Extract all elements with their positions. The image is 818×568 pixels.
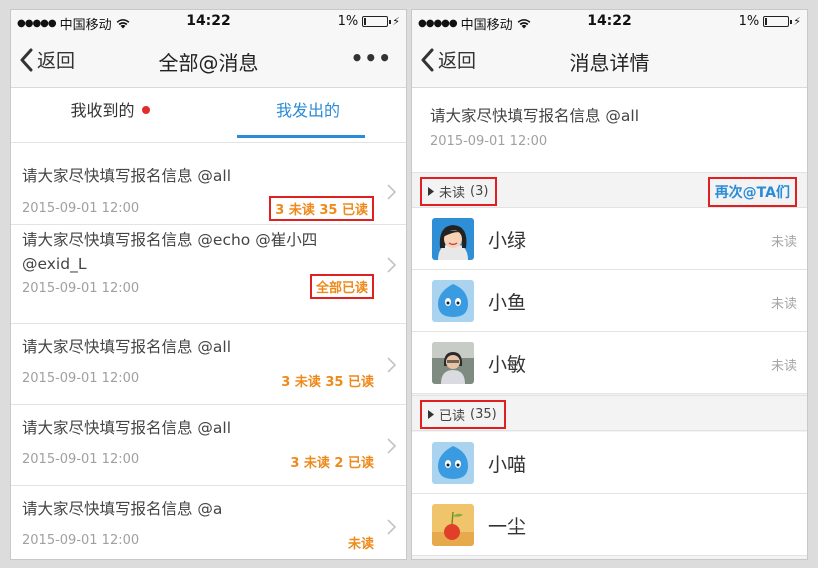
message-text: 请大家尽快填写报名信息 @a [22,500,223,518]
person-name: 小喵 [488,454,527,476]
message-list: 请大家尽快填写报名信息 @all 2015-09-01 12:00 3 未读 3… [11,143,406,559]
chevron-right-icon [387,357,396,373]
bolt-icon: ⚡ [793,15,801,28]
read-status-badge[interactable]: 3 未读 35 已读 [269,196,374,221]
list-item[interactable]: 小喵 [412,432,807,494]
message-time: 2015-09-01 12:00 [22,281,140,296]
message-time: 2015-09-01 12:00 [430,134,548,149]
active-tab-indicator [237,135,365,138]
person-read-state: 未读 [770,359,797,374]
person-name: 小鱼 [488,292,527,314]
status-bar: ●●●●● 中国移动 14:22 1% ⚡ [11,10,406,34]
list-item[interactable]: 请大家尽快填写报名信息 @all 2015-09-01 12:00 3 未读 3… [11,143,406,225]
list-item[interactable]: 一尘 [412,494,807,556]
unread-dot-icon [141,105,150,114]
remention-button[interactable]: 再次@TA们 [707,177,797,207]
avatar [432,218,474,260]
person-name: 小绿 [488,230,527,252]
avatar [432,280,474,322]
more-icon[interactable]: ••• [351,46,392,70]
tab-bar: 我收到的 我发出的 [11,88,406,143]
list-item[interactable]: 请大家尽快填写报名信息 @a 2015-09-01 12:00 未读 [11,486,406,559]
page-title: 全部@消息 [158,51,259,75]
list-item[interactable]: 小敏 未读 [412,332,807,394]
bolt-icon: ⚡ [392,15,400,28]
message-text-continued: @exid_L [22,255,87,273]
page-title: 消息详情 [569,51,650,75]
message-text: 请大家尽快填写报名信息 @all [22,419,232,437]
nav-bar: 返回 消息详情 [412,34,807,88]
nav-bar: 返回 全部@消息 ••• [11,34,406,88]
person-read-state: 未读 [770,297,797,312]
triangle-right-icon [428,187,434,196]
message-time: 2015-09-01 12:00 [22,371,140,386]
status-bar: ●●●●● 中国移动 14:22 1% ⚡ [412,10,807,34]
person-name: 小敏 [488,354,527,376]
message-text: 请大家尽快填写报名信息 @all [430,107,640,125]
chevron-right-icon [387,184,396,200]
message-time: 2015-09-01 12:00 [22,533,140,548]
battery-percent: 1% [337,14,359,29]
avatar [432,504,474,546]
message-text: 请大家尽快填写报名信息 @echo @崔小四 [22,231,318,249]
chevron-right-icon [387,257,396,273]
battery-group: 1% ⚡ [739,14,801,29]
battery-icon [362,16,392,27]
list-item[interactable]: 请大家尽快填写报名信息 @echo @崔小四 @exid_L 2015-09-0… [11,225,406,324]
person-read-state: 未读 [770,235,797,250]
person-name: 一尘 [488,516,527,538]
message-text: 请大家尽快填写报名信息 @all [22,167,232,185]
read-section-toggle[interactable]: 已读 (35) [420,400,506,429]
message-time: 2015-09-01 12:00 [22,452,140,467]
chevron-right-icon [387,438,396,454]
avatar [432,342,474,384]
battery-percent: 1% [738,14,760,29]
read-status-badge[interactable]: 未读 [348,533,374,552]
unread-section-label: 未读 [439,186,466,201]
tab-received-label: 我收到的 [70,101,135,120]
unread-section-header: 未读 (3) 再次@TA们 [412,172,807,208]
message-time: 2015-09-01 12:00 [22,201,140,216]
message-list-screen: ●●●●● 中国移动 14:22 1% ⚡ 返回 全部@消息 ••• 我收到的 … [10,9,407,560]
read-status-badge[interactable]: 全部已读 [309,274,374,299]
triangle-right-icon [428,410,434,419]
read-status-badge[interactable]: 3 未读 35 已读 [281,371,374,390]
avatar [432,442,474,484]
unread-section-toggle[interactable]: 未读 (3) [420,177,498,206]
tab-received[interactable]: 我收到的 [11,88,209,143]
list-item[interactable]: 请大家尽快填写报名信息 @all 2015-09-01 12:00 3 未读 2… [11,405,406,486]
read-status-badge[interactable]: 3 未读 2 已读 [290,452,374,471]
list-item[interactable]: 小鱼 未读 [412,270,807,332]
chevron-right-icon [387,519,396,535]
list-item[interactable]: 请大家尽快填写报名信息 @all 2015-09-01 12:00 3 未读 3… [11,324,406,405]
message-detail-screen: ●●●●● 中国移动 14:22 1% ⚡ 返回 消息详情 请大家尽快填写报名信… [411,9,808,560]
message-summary: 请大家尽快填写报名信息 @all 2015-09-01 12:00 [412,88,807,174]
battery-group: 1% ⚡ [338,14,400,29]
battery-icon [763,16,793,27]
list-item[interactable]: 小绿 未读 [412,208,807,270]
read-section-header: 已读 (35) [412,395,807,431]
read-section-label: 已读 [439,409,466,424]
tab-sent-label: 我发出的 [275,101,340,120]
message-text: 请大家尽快填写报名信息 @all [22,338,232,356]
read-section-count: (35) [470,407,497,422]
unread-section-count: (3) [470,184,489,199]
